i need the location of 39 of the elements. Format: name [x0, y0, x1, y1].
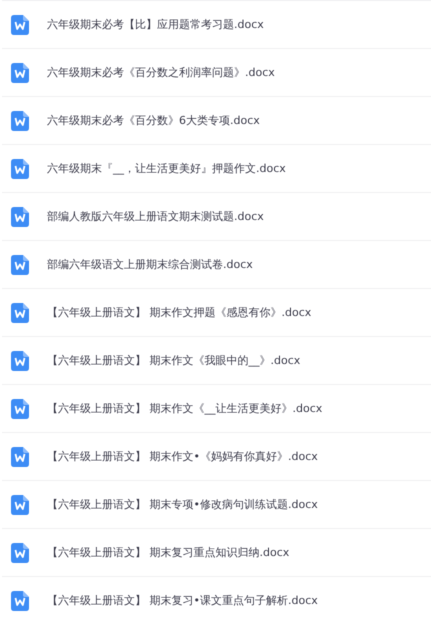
- file-row[interactable]: 六年级期末必考《百分数》6大类专项.docx: [2, 96, 431, 144]
- word-document-icon: [11, 14, 29, 34]
- word-document-icon: [11, 398, 29, 418]
- file-name: 【六年级上册语文】 期末作文《__让生活更美好》.docx: [47, 401, 322, 416]
- file-name: 部编人教版六年级上册语文期末测试题.docx: [47, 209, 264, 224]
- word-document-icon: [11, 302, 29, 322]
- file-row[interactable]: 【六年级上册语文】 期末专项•修改病句训练试题.docx: [2, 480, 431, 528]
- word-document-icon: [11, 110, 29, 130]
- word-document-icon: [11, 542, 29, 562]
- file-row[interactable]: 【六年级上册语文】 期末复习重点知识归纳.docx: [2, 528, 431, 576]
- file-name: 【六年级上册语文】 期末作文•《妈妈有你真好》.docx: [47, 449, 318, 464]
- file-row[interactable]: 六年级期末必考【比】应用题常考习题.docx: [2, 0, 431, 48]
- file-row[interactable]: 【六年级上册语文】 期末作文《我眼中的__》.docx: [2, 336, 431, 384]
- word-document-icon: [11, 494, 29, 514]
- word-document-icon: [11, 446, 29, 466]
- word-document-icon: [11, 206, 29, 226]
- file-name: 【六年级上册语文】 期末专项•修改病句训练试题.docx: [47, 497, 318, 512]
- file-row[interactable]: 六年级期末必考《百分数之利润率问题》.docx: [2, 48, 431, 96]
- file-row[interactable]: 部编人教版六年级上册语文期末测试题.docx: [2, 192, 431, 240]
- file-name: 六年级期末必考《百分数》6大类专项.docx: [47, 113, 260, 128]
- file-name: 六年级期末『__，让生活更美好』押题作文.docx: [47, 161, 286, 176]
- file-row[interactable]: 【六年级上册语文】 期末作文《__让生活更美好》.docx: [2, 384, 431, 432]
- file-row[interactable]: 六年级期末『__，让生活更美好』押题作文.docx: [2, 144, 431, 192]
- file-name: 【六年级上册语文】 期末作文押题《感恩有你》.docx: [47, 305, 312, 320]
- word-document-icon: [11, 62, 29, 82]
- word-document-icon: [11, 590, 29, 610]
- file-name: 【六年级上册语文】 期末复习•课文重点句子解析.docx: [47, 593, 318, 608]
- file-name: 六年级期末必考【比】应用题常考习题.docx: [47, 17, 264, 32]
- file-row[interactable]: 部编六年级语文上册期末综合测试卷.docx: [2, 240, 431, 288]
- file-name: 【六年级上册语文】 期末复习重点知识归纳.docx: [47, 545, 290, 560]
- word-document-icon: [11, 350, 29, 370]
- file-row[interactable]: 【六年级上册语文】 期末复习•课文重点句子解析.docx: [2, 576, 431, 624]
- file-row[interactable]: 【六年级上册语文】 期末作文押题《感恩有你》.docx: [2, 288, 431, 336]
- file-row[interactable]: 【六年级上册语文】 期末作文•《妈妈有你真好》.docx: [2, 432, 431, 480]
- word-document-icon: [11, 254, 29, 274]
- file-name: 【六年级上册语文】 期末作文《我眼中的__》.docx: [47, 353, 300, 368]
- file-name: 六年级期末必考《百分数之利润率问题》.docx: [47, 65, 275, 80]
- file-name: 部编六年级语文上册期末综合测试卷.docx: [47, 257, 253, 272]
- word-document-icon: [11, 158, 29, 178]
